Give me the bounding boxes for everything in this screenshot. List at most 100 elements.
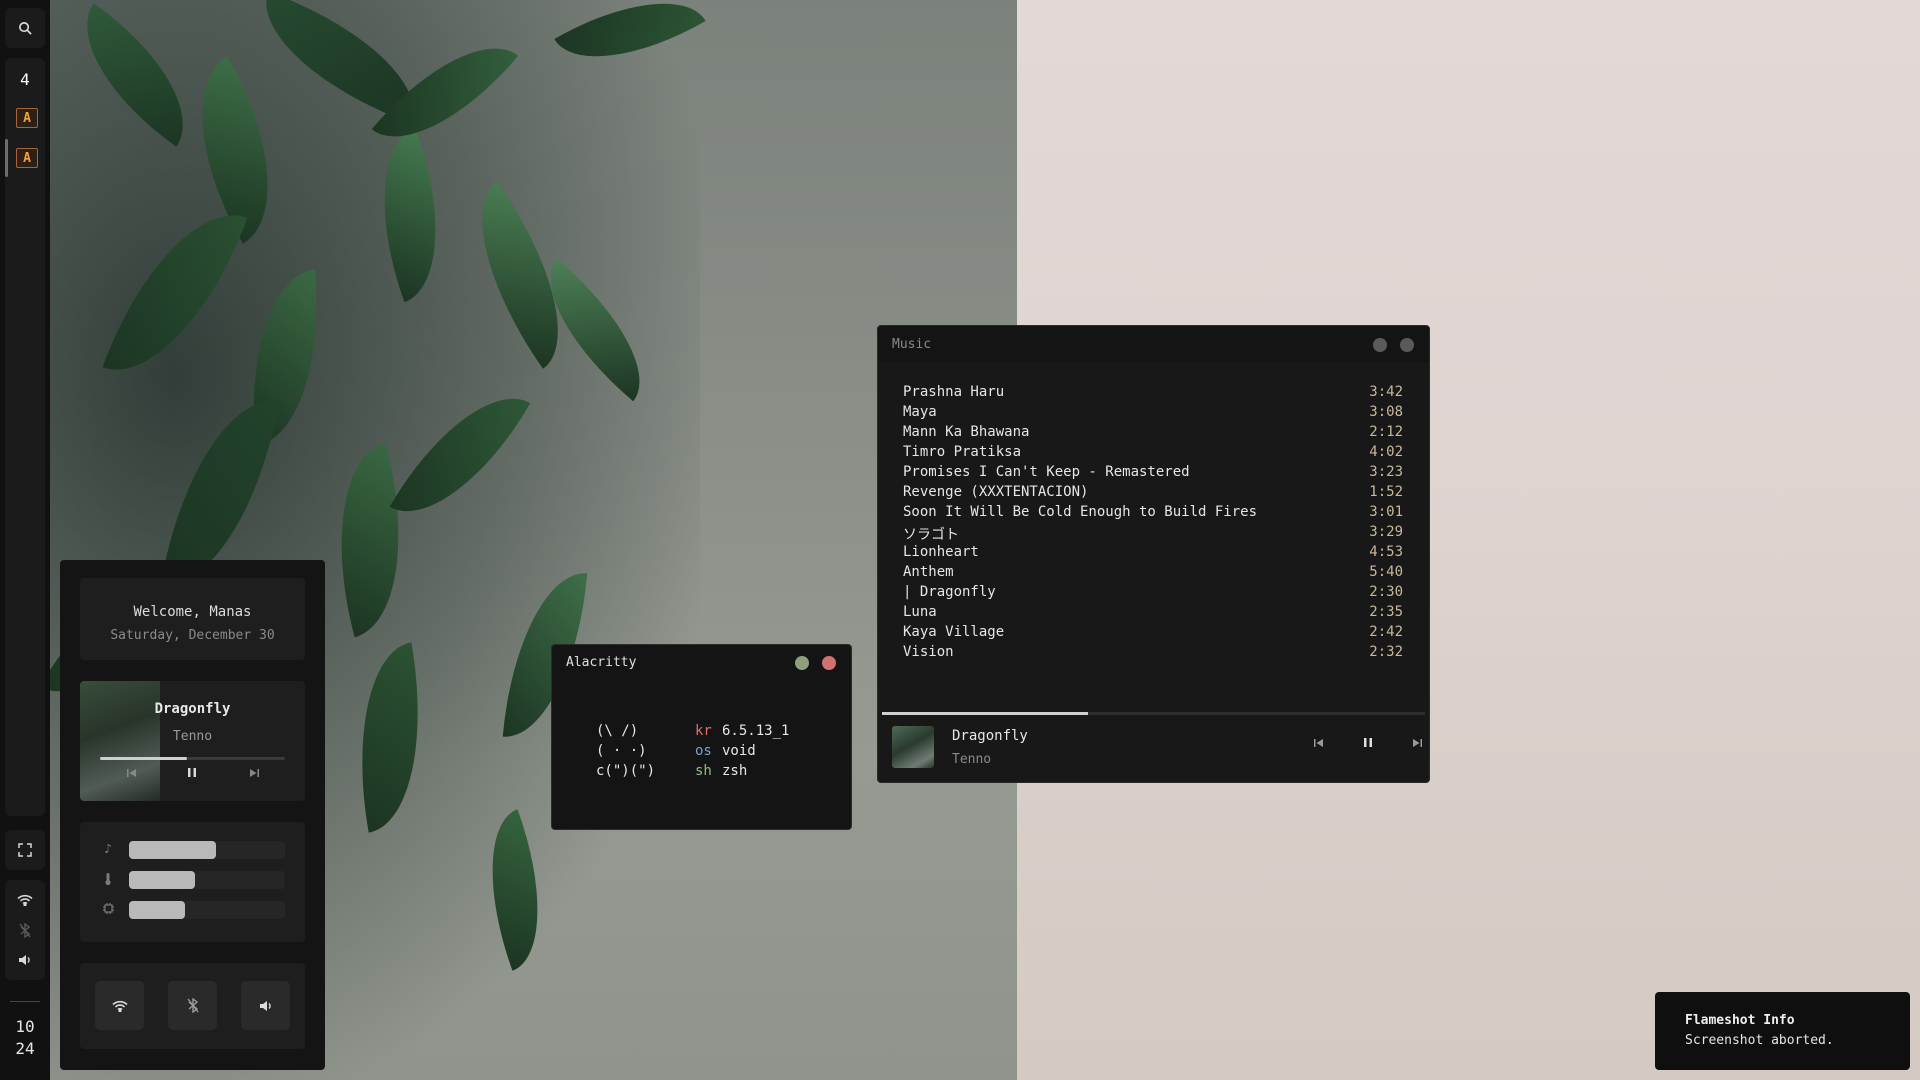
track-name: Luna	[903, 604, 937, 620]
minimize-button[interactable]	[795, 656, 809, 670]
ascii-art-line: ( · ·)	[596, 743, 647, 759]
info-value-shell: zsh	[722, 763, 748, 779]
track-name: Promises I Can't Keep - Remastered	[903, 464, 1190, 480]
minimize-button[interactable]	[1373, 338, 1387, 352]
volume-icon[interactable]	[5, 945, 45, 975]
track-name: Revenge (XXXTENTACION)	[903, 484, 1089, 500]
track-row[interactable]: Kaya Village 2:42	[903, 624, 1403, 644]
alacritty-window[interactable]: Alacritty (\ /) ( · ·) c(")(") kr 6.5.13…	[551, 644, 852, 830]
track-duration: 3:08	[1369, 404, 1403, 420]
track-duration: 3:01	[1369, 504, 1403, 520]
track-duration: 4:53	[1369, 544, 1403, 560]
track-row[interactable]: Vision 2:32	[903, 644, 1403, 664]
track-duration: 2:30	[1369, 584, 1403, 600]
clock-minute: 24	[15, 1039, 35, 1058]
track-name: Prashna Haru	[903, 384, 1005, 400]
alacritty-icon[interactable]: A	[16, 148, 38, 168]
track-row[interactable]: Revenge (XXXTENTACION) 1:52	[903, 484, 1403, 504]
bluetooth-toggle-button[interactable]	[168, 981, 217, 1030]
track-name: Soon It Will Be Cold Enough to Build Fir…	[903, 504, 1258, 520]
close-button[interactable]	[1400, 338, 1414, 352]
info-key-os: os	[695, 743, 712, 759]
track-name: Timro Pratiksa	[903, 444, 1022, 460]
music-titlebar[interactable]: Music	[878, 326, 1429, 362]
volume-toggle-button[interactable]	[241, 981, 290, 1030]
thermometer-icon	[100, 872, 116, 890]
slider-track[interactable]	[129, 871, 285, 889]
music-window[interactable]: Music Prashna Haru 3:42 Maya 3:08 Mann Ka Bh…	[877, 325, 1430, 783]
active-window-indicator	[5, 139, 8, 177]
bluetooth-off-icon[interactable]	[5, 915, 45, 945]
music-volume-slider[interactable]: ♪	[100, 840, 290, 860]
wifi-toggle-button[interactable]	[95, 981, 144, 1030]
fullscreen-icon[interactable]	[5, 835, 45, 865]
alacritty-icon[interactable]: A	[16, 108, 38, 128]
track-duration: 2:35	[1369, 604, 1403, 620]
welcome-card: Welcome, Manas Saturday, December 30	[80, 578, 305, 660]
next-icon[interactable]	[242, 767, 266, 785]
track-duration: 5:40	[1369, 564, 1403, 580]
cpu-icon	[100, 902, 116, 919]
info-key-kernel: kr	[695, 723, 712, 739]
track-name: Mann Ka Bhawana	[903, 424, 1030, 440]
previous-icon[interactable]	[120, 767, 144, 785]
track-row[interactable]: Soon It Will Be Cold Enough to Build Fir…	[903, 504, 1403, 524]
slider-fill	[129, 901, 186, 919]
player-progress-bar[interactable]	[100, 757, 285, 760]
wifi-icon	[111, 1000, 128, 1012]
status-block	[5, 880, 45, 980]
slider-track[interactable]	[129, 901, 285, 919]
track-duration: 2:12	[1369, 424, 1403, 440]
track-name: Kaya Village	[903, 624, 1005, 640]
close-button[interactable]	[822, 656, 836, 670]
ascii-art-line: (\ /)	[596, 723, 639, 739]
quick-toggles-card	[80, 963, 305, 1049]
cpu-slider[interactable]	[100, 900, 290, 920]
track-row[interactable]: ソラゴト 3:29	[903, 524, 1403, 544]
bar-divider	[10, 1001, 40, 1002]
ascii-art-line: c(")(")	[596, 763, 656, 779]
slider-fill	[129, 871, 195, 889]
info-key-shell: sh	[695, 763, 712, 779]
workspace-number[interactable]: 4	[5, 70, 45, 89]
system-sliders-card: ♪	[80, 822, 305, 942]
track-row[interactable]: | Dragonfly 2:30	[903, 584, 1403, 604]
dashboard-panel: Welcome, Manas Saturday, December 30 Dra…	[60, 560, 325, 1070]
track-row[interactable]: Anthem 5:40	[903, 564, 1403, 584]
search-block	[5, 8, 45, 48]
pause-icon[interactable]	[1356, 737, 1380, 757]
notification-title: Flameshot Info	[1685, 1013, 1795, 1028]
track-row[interactable]: Mann Ka Bhawana 2:12	[903, 424, 1403, 444]
track-row[interactable]: Prashna Haru 3:42	[903, 384, 1403, 404]
track-row[interactable]: Maya 3:08	[903, 404, 1403, 424]
bluetooth-off-icon	[186, 998, 199, 1013]
track-duration: 2:42	[1369, 624, 1403, 640]
date-text: Saturday, December 30	[110, 628, 275, 643]
search-icon[interactable]	[5, 13, 45, 43]
track-duration: 3:29	[1369, 524, 1403, 540]
track-name: Lionheart	[903, 544, 979, 560]
next-icon[interactable]	[1405, 737, 1429, 757]
pause-icon[interactable]	[180, 767, 204, 785]
track-row[interactable]: Lionheart 4:53	[903, 544, 1403, 564]
track-name: Anthem	[903, 564, 954, 580]
clock-hour: 10	[15, 1017, 35, 1036]
now-playing-progress-bar[interactable]	[882, 712, 1425, 715]
track-name: | Dragonfly	[903, 584, 996, 600]
track-duration: 2:32	[1369, 644, 1403, 660]
track-row[interactable]: Timro Pratiksa 4:02	[903, 444, 1403, 464]
track-row[interactable]: Luna 2:35	[903, 604, 1403, 624]
now-playing-progress-fill	[882, 712, 1089, 715]
wifi-icon[interactable]	[5, 885, 45, 915]
mini-player-card: Dragonfly Tenno	[80, 681, 305, 801]
player-artist: Tenno	[172, 729, 213, 744]
slider-track[interactable]	[129, 841, 285, 859]
fullscreen-block	[5, 830, 45, 870]
notification-popup[interactable]: Flameshot Info Screenshot aborted.	[1655, 992, 1910, 1070]
slider-fill	[129, 841, 217, 859]
temperature-slider[interactable]	[100, 870, 290, 890]
track-duration: 3:42	[1369, 384, 1403, 400]
player-song-title: Dragonfly	[154, 701, 231, 717]
previous-icon[interactable]	[1307, 737, 1331, 757]
track-row[interactable]: Promises I Can't Keep - Remastered 3:23	[903, 464, 1403, 484]
